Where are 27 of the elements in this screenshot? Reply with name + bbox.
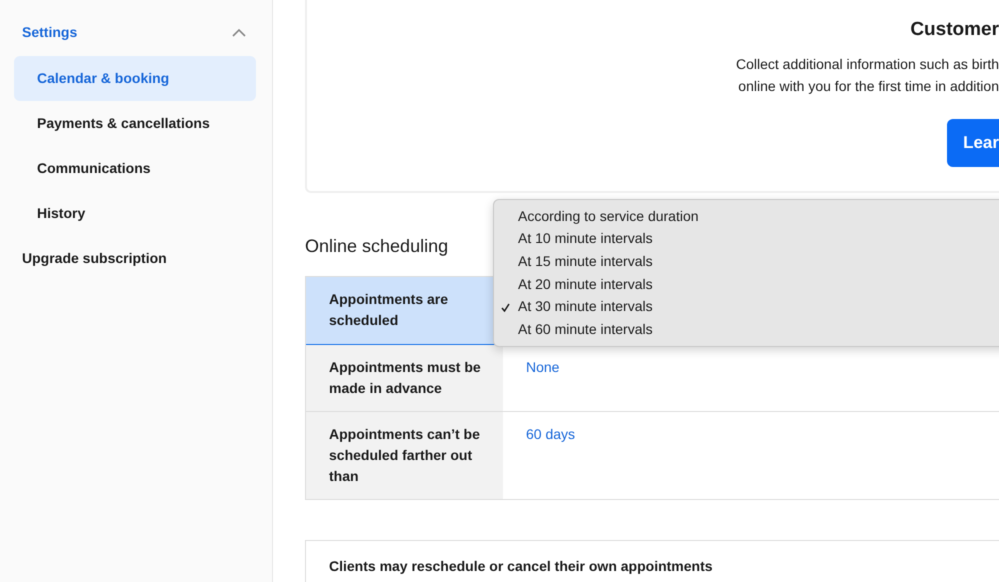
- option-label: At 10 minute intervals: [518, 229, 653, 248]
- sidebar-item[interactable]: Payments & cancellations: [14, 101, 256, 146]
- card-title: Clients may reschedule or cancel their own appointments: [305, 540, 999, 582]
- chevron-up-icon[interactable]: [232, 28, 246, 36]
- section-heading[interactable]: Settings: [22, 22, 78, 42]
- menu-option[interactable]: According to service duration: [494, 205, 999, 228]
- section-title: Online scheduling: [305, 235, 448, 258]
- option-label: At 60 minute intervals: [518, 320, 653, 339]
- sidebar-item[interactable]: Communications: [14, 146, 256, 191]
- row-label: Appointments must be made in advance: [306, 345, 503, 411]
- option-label: According to service duration: [518, 206, 699, 226]
- card-title: Customer: [910, 18, 999, 42]
- option-label: At 15 minute intervals: [518, 252, 653, 271]
- row-label: Appointments can’t be scheduled farther out than: [306, 412, 503, 499]
- card-text: Collect additional information such as birth: [736, 54, 999, 74]
- learn-button[interactable]: Lear: [947, 118, 999, 166]
- setting-value-link[interactable]: 60 days: [526, 426, 576, 442]
- menu-option[interactable]: At 15 minute intervals: [494, 250, 999, 273]
- sidebar-item[interactable]: Calendar & booking: [14, 56, 256, 101]
- settings-row[interactable]: Appointments can’t be scheduled farther out than 60 days: [306, 412, 999, 499]
- option-label: At 30 minute intervals: [518, 297, 653, 316]
- card-text: online with you for the first time in addition: [738, 76, 999, 96]
- sidebar-item[interactable]: Upgrade subscription: [0, 236, 272, 281]
- sidebar-item[interactable]: History: [14, 191, 256, 236]
- setting-value-link[interactable]: None: [526, 359, 560, 375]
- option-label: At 20 minute intervals: [518, 274, 653, 294]
- menu-option[interactable]: At 10 minute intervals: [494, 228, 999, 250]
